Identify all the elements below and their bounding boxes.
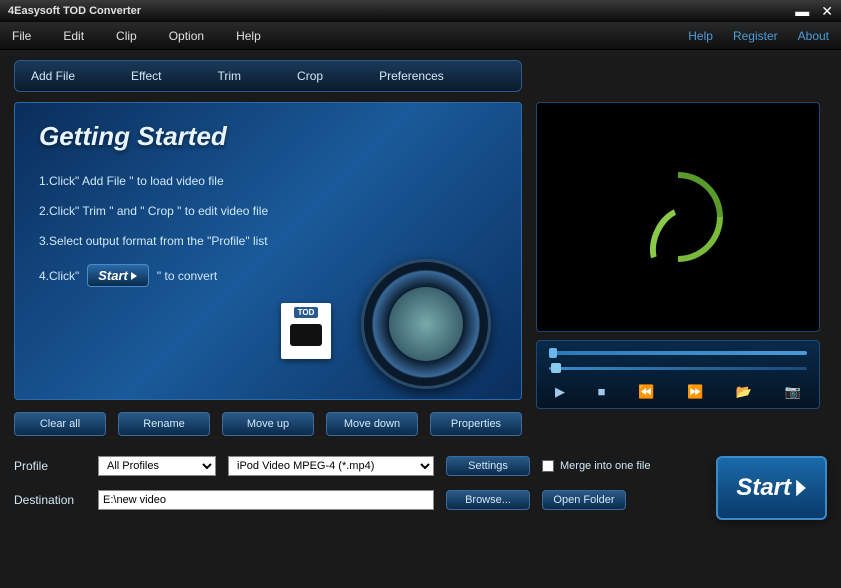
brand-logo-icon [614, 153, 741, 280]
start-button[interactable]: Start [716, 456, 827, 520]
titlebar: 4Easysoft TOD Converter ▬ ✕ [0, 0, 841, 22]
window-controls: ▬ ✕ [795, 4, 833, 18]
merge-checkbox[interactable] [542, 460, 554, 472]
link-help[interactable]: Help [688, 29, 713, 43]
openfolder-button[interactable]: Open Folder [542, 490, 626, 510]
player-panel: ▶ ■ ⏪ ⏩ 📂 📷 [536, 340, 820, 409]
profile-format-select[interactable]: iPod Video MPEG-4 (*.mp4) [228, 456, 434, 476]
toolbar: Add File Effect Trim Crop Preferences [14, 60, 522, 92]
guide-title: Getting Started [39, 121, 497, 152]
seek-bar[interactable] [549, 351, 807, 355]
toolbar-addfile[interactable]: Add File [31, 69, 75, 83]
guide-step-3: 3.Select output format from the "Profile… [39, 234, 497, 248]
menu-edit[interactable]: Edit [63, 29, 84, 43]
destination-input[interactable] [98, 490, 434, 510]
getting-started-panel: Getting Started 1.Click" Add File " to l… [14, 102, 522, 400]
toolbar-effect[interactable]: Effect [131, 69, 161, 83]
toolbar-preferences[interactable]: Preferences [379, 69, 444, 83]
toolbar-crop[interactable]: Crop [297, 69, 323, 83]
minimize-icon[interactable]: ▬ [795, 4, 809, 18]
inline-start-badge: Start [87, 264, 149, 287]
snapshot-icon[interactable]: 📷 [785, 384, 801, 400]
movedown-button[interactable]: Move down [326, 412, 418, 436]
menu-clip[interactable]: Clip [116, 29, 137, 43]
destination-label: Destination [14, 493, 86, 507]
list-actions: Clear all Rename Move up Move down Prope… [14, 412, 522, 436]
app-title: 4Easysoft TOD Converter [8, 5, 141, 17]
guide-step-2: 2.Click" Trim " and " Crop " to edit vid… [39, 204, 497, 218]
play-icon[interactable]: ▶ [555, 384, 565, 400]
guide-step-1: 1.Click" Add File " to load video file [39, 174, 497, 188]
properties-button[interactable]: Properties [430, 412, 522, 436]
moveup-button[interactable]: Move up [222, 412, 314, 436]
film-reel-icon [361, 259, 491, 389]
stop-icon[interactable]: ■ [598, 384, 606, 400]
link-about[interactable]: About [798, 29, 829, 43]
video-preview [536, 102, 820, 332]
toolbar-trim[interactable]: Trim [218, 69, 242, 83]
open-icon[interactable]: 📂 [736, 384, 752, 400]
next-icon[interactable]: ⏩ [687, 384, 703, 400]
menubar: File Edit Clip Option Help Help Register… [0, 22, 841, 50]
volume-slider[interactable] [549, 367, 807, 370]
settings-button[interactable]: Settings [446, 456, 530, 476]
tod-file-icon [281, 303, 331, 359]
clearall-button[interactable]: Clear all [14, 412, 106, 436]
prev-icon[interactable]: ⏪ [638, 384, 654, 400]
link-register[interactable]: Register [733, 29, 778, 43]
close-icon[interactable]: ✕ [821, 4, 833, 18]
menu-option[interactable]: Option [169, 29, 204, 43]
browse-button[interactable]: Browse... [446, 490, 530, 510]
menu-file[interactable]: File [12, 29, 31, 43]
menu-help[interactable]: Help [236, 29, 261, 43]
merge-label: Merge into one file [560, 460, 651, 472]
profile-label: Profile [14, 459, 86, 473]
profile-category-select[interactable]: All Profiles [98, 456, 216, 476]
rename-button[interactable]: Rename [118, 412, 210, 436]
